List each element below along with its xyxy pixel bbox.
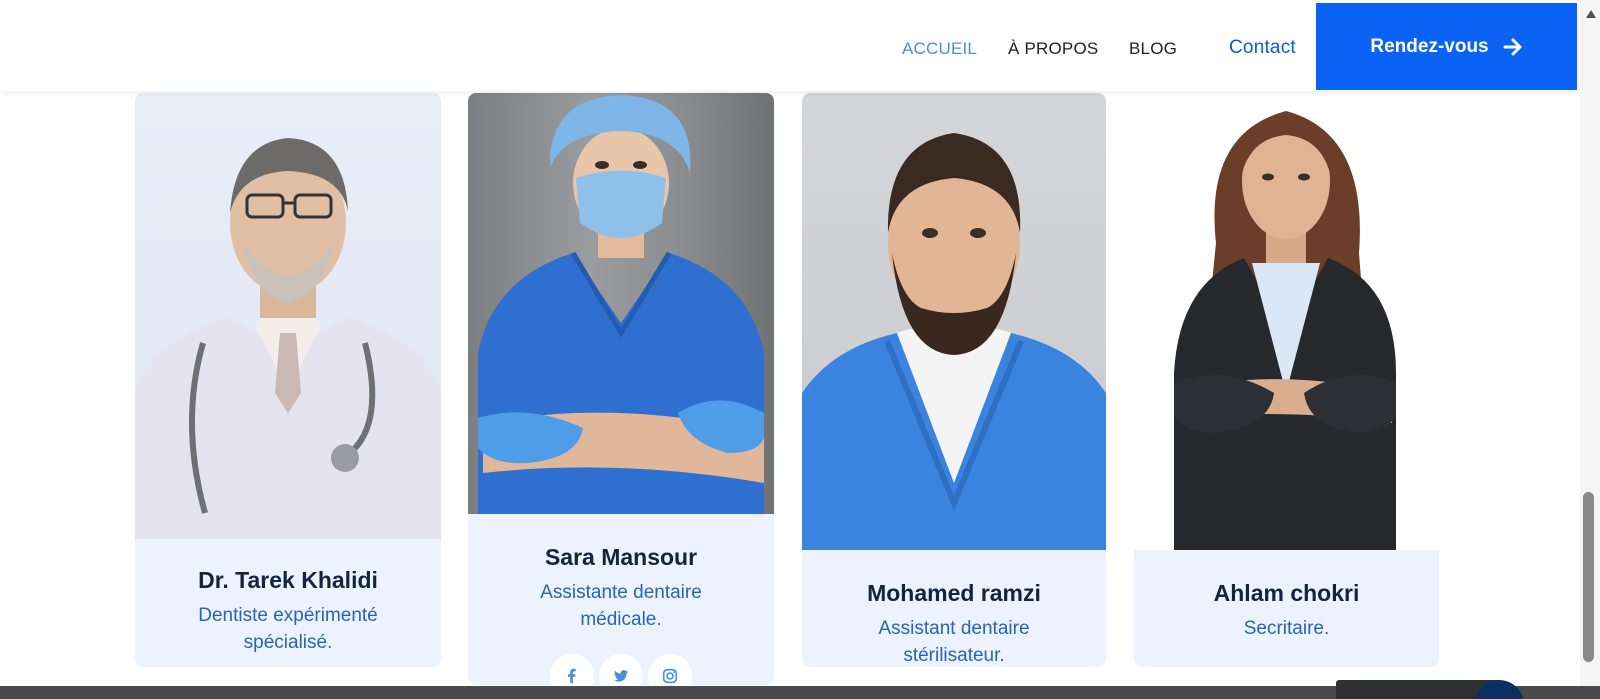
rendez-vous-label: Rendez-vous — [1370, 35, 1489, 57]
team-card-info: Mohamed ramzi Assistant dentaire stérili… — [802, 550, 1106, 667]
member-role: Assistant dentaire stérilisateur. — [878, 618, 1030, 666]
member-role: Secritaire. — [1243, 618, 1330, 639]
secretary-portrait — [1134, 93, 1439, 550]
scrollbar-thumb[interactable] — [1583, 492, 1594, 662]
team-card-info: Dr. Tarek Khalidi Dentiste expérimenté s… — [135, 539, 441, 667]
doctor-portrait — [135, 93, 441, 539]
nav-link-contact[interactable]: Contact — [1229, 37, 1296, 59]
scroll-up-arrow-icon[interactable] — [1586, 10, 1596, 18]
member-name: Sara Mansour — [544, 544, 698, 570]
nav-link-a-propos[interactable]: À PROPOS — [1008, 39, 1098, 59]
member-name: Dr. Tarek Khalidi — [198, 567, 378, 593]
social-links — [468, 654, 774, 685]
secretary-portrait-illustration — [1174, 111, 1396, 550]
nurse-portrait-illustration — [478, 95, 764, 514]
team-card-info: Sara Mansour Assistante dentaire médical… — [468, 514, 774, 685]
doctor-portrait-illustration — [135, 138, 441, 539]
member-name: Mohamed ramzi — [867, 580, 1041, 606]
team-card: Ahlam chokri Secritaire. — [1134, 93, 1439, 667]
instagram-icon[interactable] — [648, 654, 692, 685]
twitter-icon[interactable] — [599, 654, 643, 685]
member-name: Ahlam chokri — [1213, 580, 1360, 606]
assistant-portrait-illustration — [802, 133, 1106, 550]
top-navbar: ACCUEIL À PROPOS BLOG Contact Rendez-vou… — [0, 3, 1577, 91]
nav-link-accueil[interactable]: ACCUEIL — [902, 39, 977, 59]
team-card: Sara Mansour Assistante dentaire médical… — [468, 93, 774, 685]
facebook-icon[interactable] — [550, 654, 594, 685]
team-card: Mohamed ramzi Assistant dentaire stérili… — [802, 93, 1106, 667]
nav-link-blog[interactable]: BLOG — [1129, 39, 1177, 59]
page: ACCUEIL À PROPOS BLOG Contact Rendez-vou… — [0, 0, 1600, 699]
rendez-vous-button[interactable]: Rendez-vous — [1316, 3, 1577, 90]
member-role: Assistante dentaire médicale. — [540, 582, 702, 630]
team-card: Dr. Tarek Khalidi Dentiste expérimenté s… — [135, 93, 441, 667]
assistant-portrait — [802, 93, 1106, 550]
team-card-info: Ahlam chokri Secritaire. — [1134, 550, 1439, 667]
nurse-portrait — [468, 93, 774, 514]
arrow-right-icon — [1503, 38, 1522, 55]
member-role: Dentiste expérimenté spécialisé. — [198, 605, 378, 653]
